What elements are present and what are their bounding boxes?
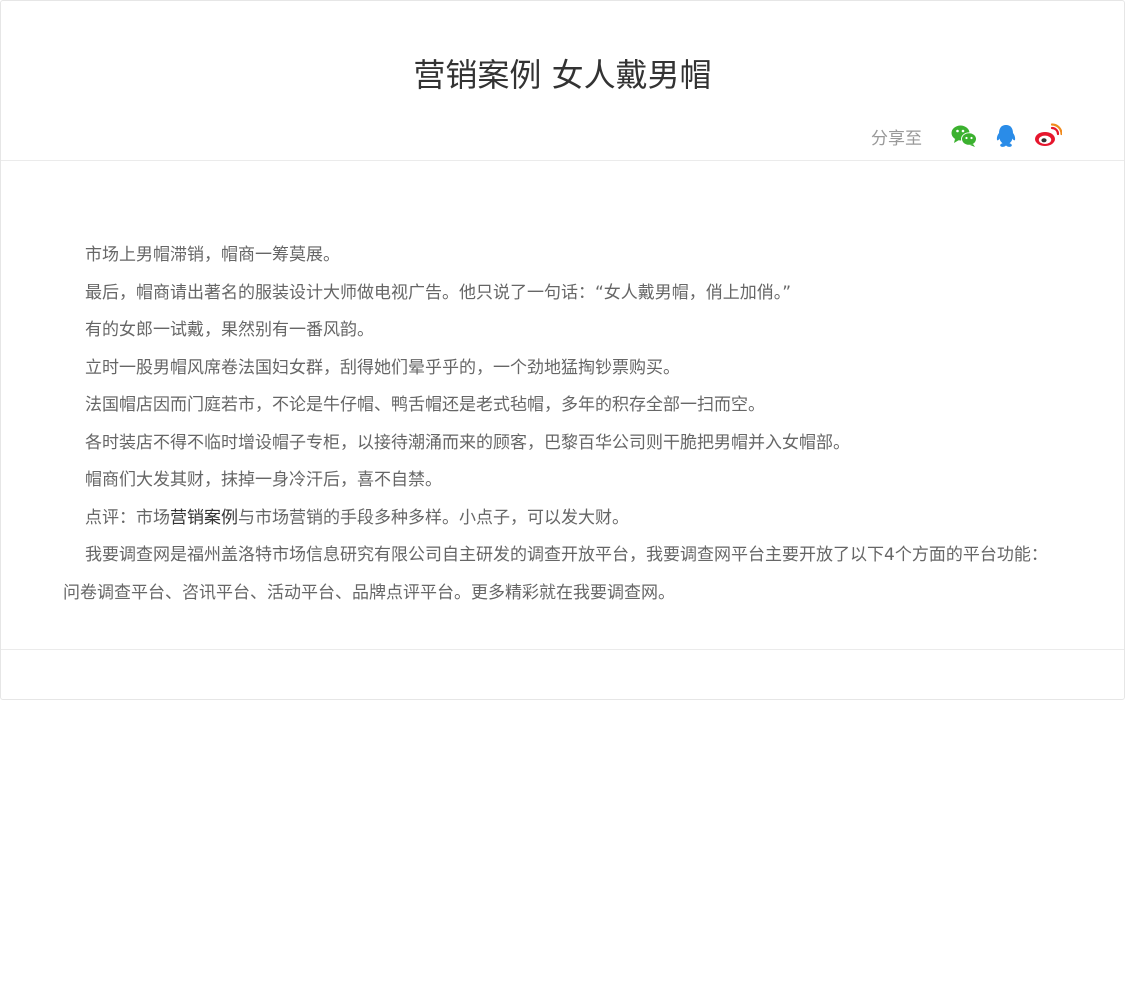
qq-icon[interactable] — [992, 123, 1020, 149]
page-title: 营销案例 女人戴男帽 — [413, 56, 712, 94]
article-body: 市场上男帽滞销，帽商一筹莫展。 最后，帽商请出著名的服装设计大师做电视广告。他只… — [63, 237, 1053, 612]
wechat-icon[interactable] — [950, 123, 978, 149]
article-paragraph: 各时装店不得不临时增设帽子专柜，以接待潮涌而来的顾客，巴黎百华公司则干脆把男帽并… — [85, 432, 850, 453]
article-paragraph: 帽商们大发其财，抹掉一身冷汗后，喜不自禁。 — [85, 470, 442, 490]
weibo-icon[interactable] — [1034, 123, 1062, 149]
review-text-before: 点评：市场 — [85, 507, 170, 528]
share-bar: 分享至 — [871, 123, 1062, 149]
review-text-after: 与市场营销的手段多种多样。小点子，可以发大财。 — [238, 507, 629, 528]
article-paragraph: 最后，帽商请出著名的服装设计大师做电视广告。他只说了一句话：“女人戴男帽，俏上加… — [85, 282, 792, 303]
article-card: 营销案例 女人戴男帽 分享至 市场上男帽滞销，帽商一筹莫展。 最后，帽商请出著名… — [0, 0, 1125, 700]
review-paragraph: 点评：市场营销案例与市场营销的手段多种多样。小点子，可以发大财。 — [63, 500, 1053, 538]
marketing-case-link[interactable]: 营销案例 — [170, 508, 238, 528]
article-paragraph: 市场上男帽滞销，帽商一筹莫展。 — [85, 245, 340, 265]
article-footer — [1, 649, 1124, 699]
article-paragraph: 立时一股男帽风席卷法国妇女群，刮得她们晕乎乎的，一个劲地猛掏钞票购买。 — [85, 357, 680, 378]
article-paragraph: 法国帽店因而门庭若市，不论是牛仔帽、鸭舌帽还是老式毡帽，多年的积存全部一扫而空。 — [85, 395, 765, 415]
article-paragraph: 有的女郎一试戴，果然别有一番风韵。 — [85, 320, 374, 340]
share-label: 分享至 — [871, 128, 922, 149]
closing-paragraph: 我要调查网是福州盖洛特市场信息研究有限公司自主研发的调查开放平台，我要调查网平台… — [63, 545, 1048, 603]
article-header: 营销案例 女人戴男帽 分享至 — [1, 1, 1124, 161]
